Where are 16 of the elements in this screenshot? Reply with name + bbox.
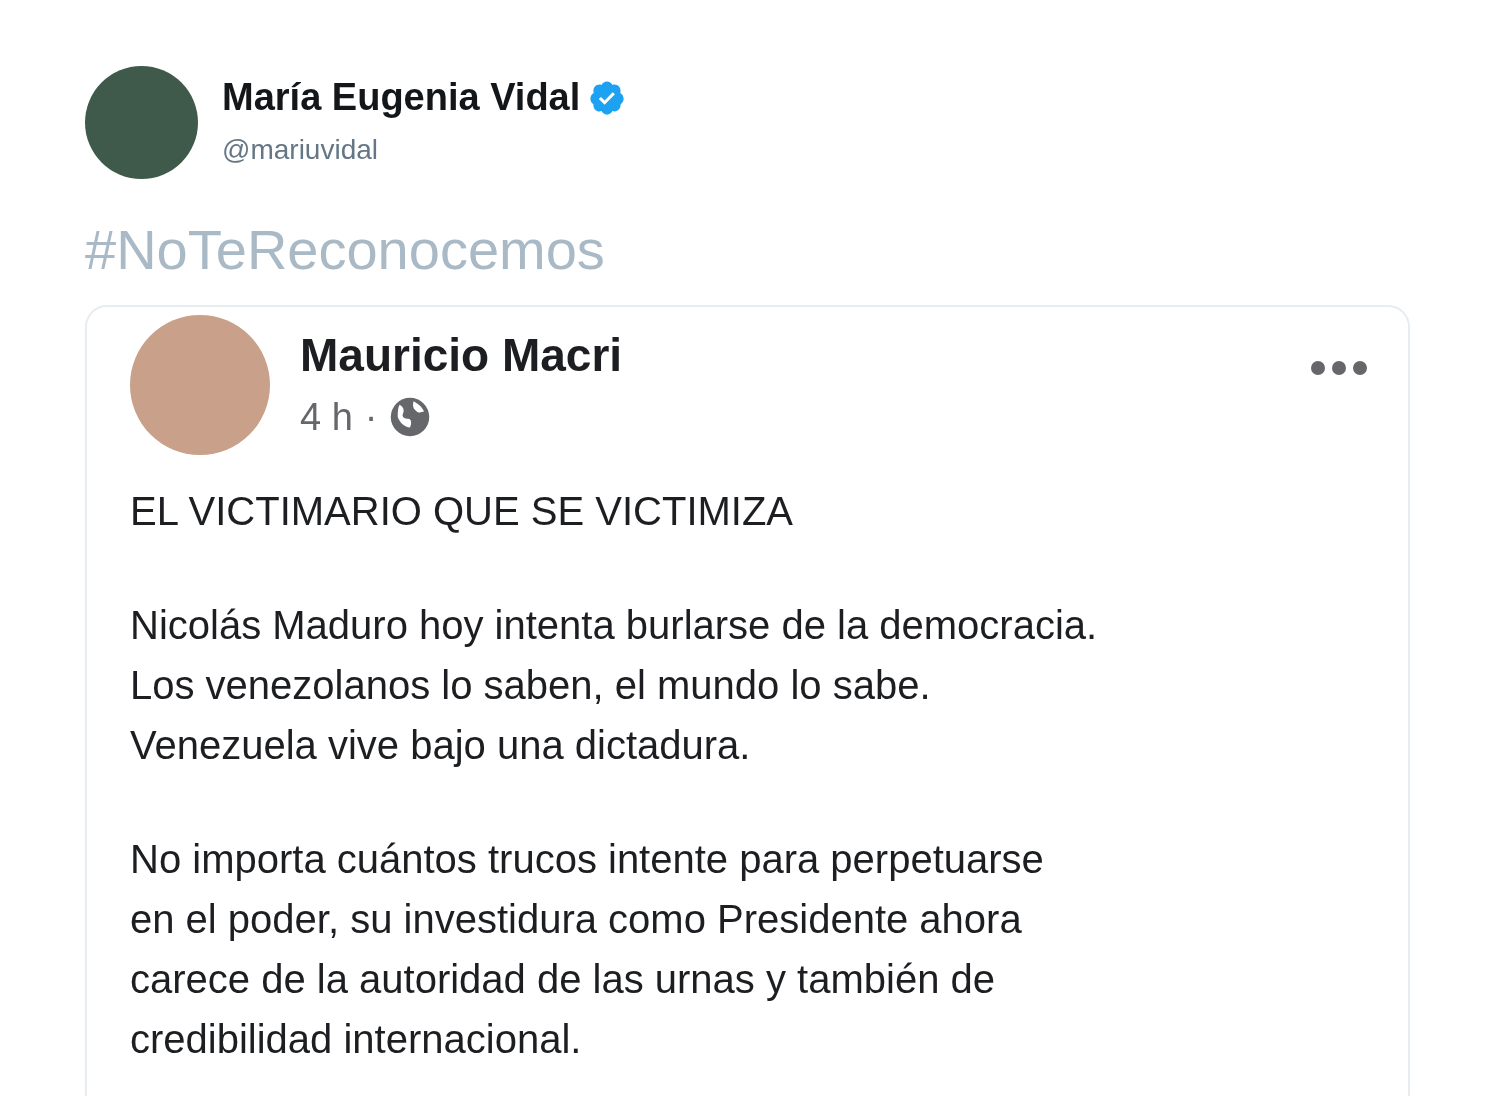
post-text-line: No importa cuántos trucos intente para perpetuarse bbox=[130, 836, 1045, 883]
separator-dot: · bbox=[364, 394, 378, 440]
author-name: María Eugenia Vidal bbox=[222, 74, 581, 120]
post-text-line: Venezuela vive bajo una dictadura. bbox=[130, 722, 752, 769]
post-text-line: en el poder, su investidura como Presidente ahora bbox=[130, 896, 1023, 943]
post-text-line: Nicolás Maduro hoy intenta burlarse de la democracia. bbox=[130, 602, 1099, 649]
globe-icon bbox=[389, 396, 432, 438]
post-text-line: credibilidad internacional. bbox=[130, 1016, 583, 1063]
post-author-name: Mauricio Macri bbox=[300, 328, 623, 383]
author-handle: @mariuvidal bbox=[222, 133, 380, 168]
more-options-icon[interactable] bbox=[1310, 360, 1368, 376]
post-time: 4 h bbox=[300, 394, 353, 440]
post-text-line: carece de la autoridad de las urnas y también de bbox=[130, 956, 996, 1003]
post-text-line: Los venezolanos lo saben, el mundo lo sabe. bbox=[130, 662, 932, 709]
post-text-line: EL VICTIMARIO QUE SE VICTIMIZA bbox=[130, 488, 795, 535]
hashtag-link[interactable]: #NoTeReconocemos bbox=[85, 215, 1410, 285]
